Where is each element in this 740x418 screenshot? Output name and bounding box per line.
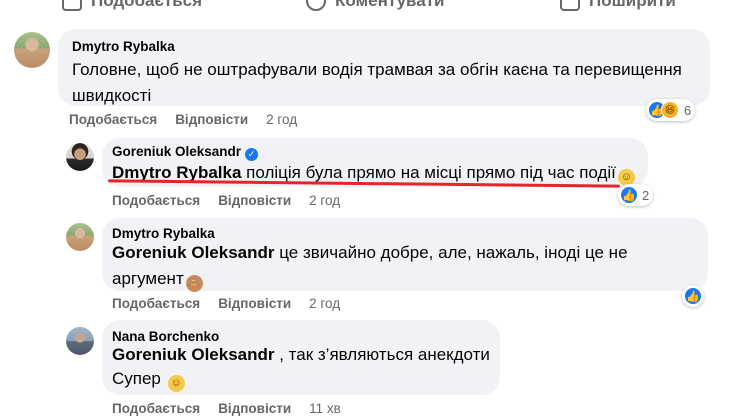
comment-text: поліція була прямо на місці прямо під ча…: [246, 163, 616, 182]
comment-author-wrap: Goreniuk Oleksandr ✓: [112, 144, 259, 161]
like-reaction-icon: 👍: [684, 287, 702, 305]
like-icon: [62, 0, 82, 11]
like-comment-button[interactable]: Подобається: [69, 112, 157, 127]
comment-bubble: Dmytro Rybalka Головне, щоб не оштрафува…: [58, 29, 710, 106]
comment-post-button[interactable]: Коментувати: [306, 0, 445, 11]
avatar[interactable]: [66, 327, 94, 355]
share-icon: [560, 0, 580, 11]
comment-text: Головне, щоб не оштрафували водія трамва…: [72, 60, 682, 105]
share-post-button[interactable]: Поширити: [560, 0, 676, 11]
like-comment-button[interactable]: Подобається: [112, 193, 200, 208]
comment-timestamp[interactable]: 11 хв: [309, 401, 341, 416]
comment-timestamp[interactable]: 2 год: [266, 112, 297, 127]
comment-icon: [306, 0, 326, 11]
avatar[interactable]: [66, 223, 94, 251]
reply-button[interactable]: Відповісти: [218, 296, 291, 311]
comment-actions: Подобається Відповісти 2 год: [69, 112, 297, 127]
avatar[interactable]: [14, 32, 50, 68]
comment-actions: Подобається Відповісти 2 год: [112, 296, 340, 311]
reply-button[interactable]: Відповісти: [218, 193, 291, 208]
comment-actions: Подобається Відповісти 11 хв: [112, 401, 341, 416]
comment-text-block: Goreniuk Oleksandr це звичайно добре, ал…: [112, 240, 692, 292]
comment-bubble: Nana Borchenko Goreniuk Oleksandr , так …: [102, 320, 500, 395]
smiling-face-emoji-icon: ☺: [167, 375, 185, 392]
comment-text-line: Goreniuk Oleksandr , так з’являються ане…: [112, 342, 490, 368]
reaction-count: 6: [684, 102, 692, 118]
reaction-summary[interactable]: 👍: [682, 285, 704, 307]
mention-link[interactable]: Goreniuk Oleksandr: [112, 243, 275, 262]
reply-button[interactable]: Відповісти: [175, 112, 248, 127]
comment-timestamp[interactable]: 2 год: [309, 296, 340, 311]
comment-bubble: Dmytro Rybalka Goreniuk Oleksandr це зви…: [102, 218, 708, 292]
reaction-summary[interactable]: 👍 😆 6: [646, 99, 696, 121]
comment-author[interactable]: Dmytro Rybalka: [112, 226, 215, 241]
reaction-count: 2: [642, 187, 650, 203]
avatar[interactable]: [66, 143, 94, 171]
like-comment-button[interactable]: Подобається: [112, 401, 200, 416]
comment-author[interactable]: Goreniuk Oleksandr: [112, 144, 241, 159]
comment-timestamp[interactable]: 2 год: [309, 193, 340, 208]
post-action-bar: Подобається Коментувати Поширити: [0, 0, 740, 14]
comment-actions: Подобається Відповісти 2 год: [112, 193, 340, 208]
comment-text: , так з’являються анекдоти: [279, 345, 490, 364]
like-comment-button[interactable]: Подобається: [112, 296, 200, 311]
mention-link[interactable]: Goreniuk Oleksandr: [112, 345, 275, 364]
like-post-button[interactable]: Подобається: [62, 0, 202, 11]
see-no-evil-monkey-emoji-icon: 🙈: [185, 275, 203, 292]
comment-author[interactable]: Dmytro Rybalka: [72, 39, 175, 54]
like-reaction-icon: 👍: [620, 186, 638, 204]
comment-text-line-2: Супер ☺: [112, 366, 185, 392]
haha-reaction-icon: 😆: [661, 101, 679, 119]
reply-button[interactable]: Відповісти: [218, 401, 291, 416]
reaction-summary[interactable]: 👍 2: [618, 184, 654, 206]
comment-text-2: Супер: [112, 369, 161, 388]
